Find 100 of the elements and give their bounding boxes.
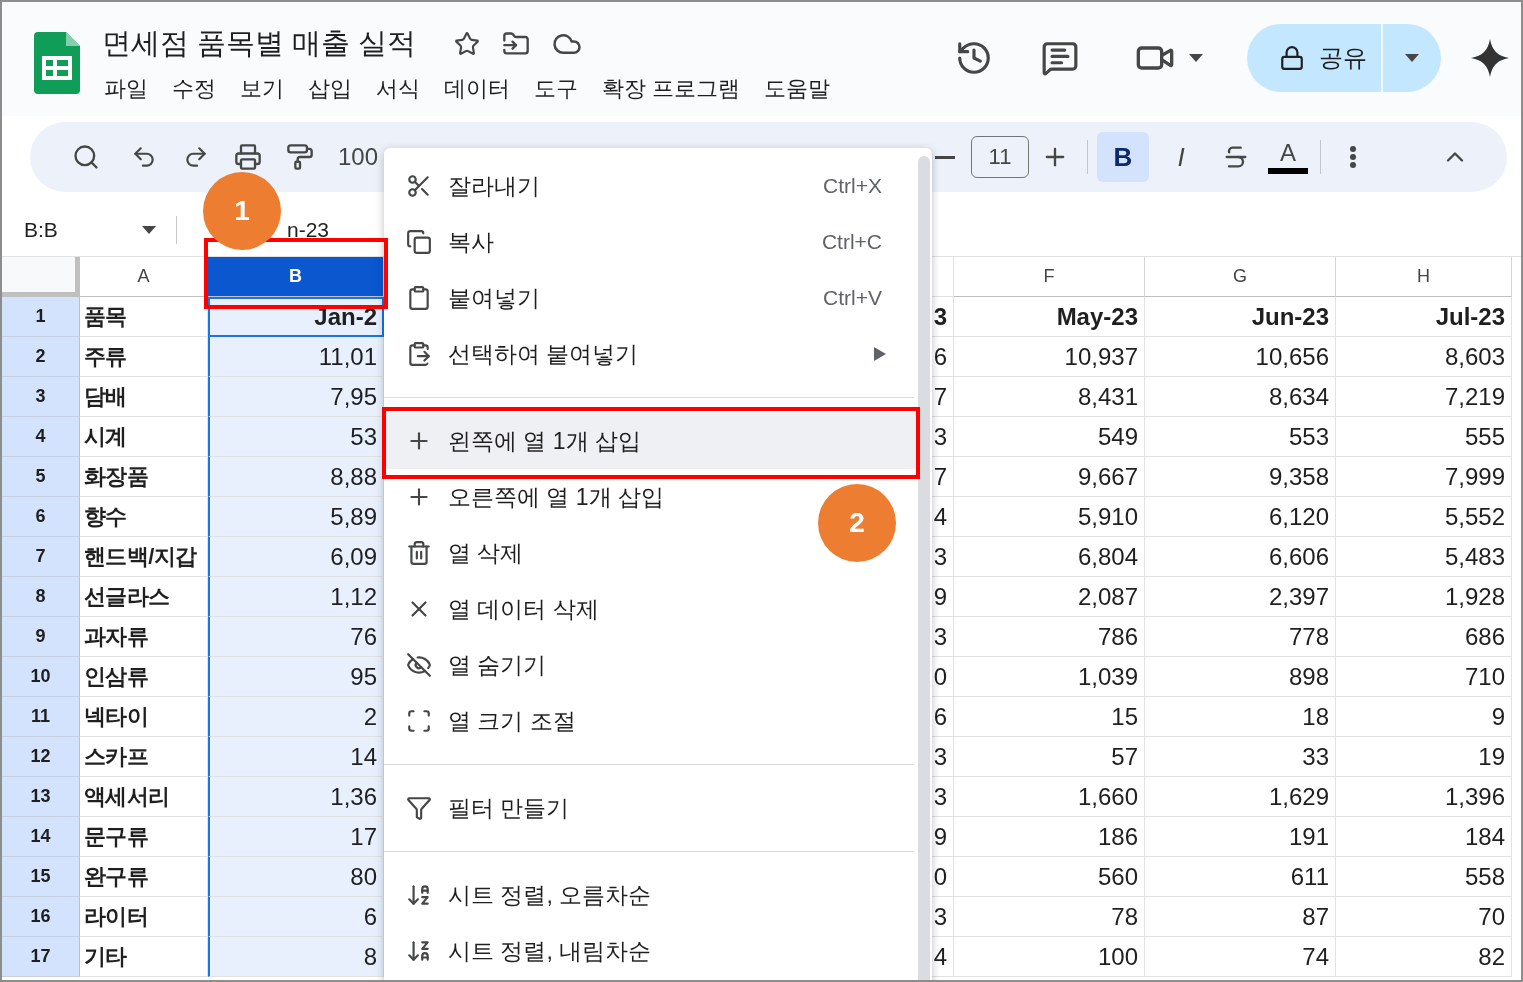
menu-item[interactable]: 시트 정렬, 오름차순 [384, 867, 686, 923]
row-header[interactable]: 7 [2, 537, 80, 577]
menu-item[interactable]: 확장 프로그램 [592, 70, 751, 108]
table-cell: 7 [932, 457, 954, 497]
table-cell: 15 [954, 697, 1145, 737]
formula-field[interactable]: n-23 [287, 218, 330, 242]
table-cell: 4 [932, 937, 954, 977]
row-header[interactable]: 12 [2, 737, 80, 777]
table-cell: Jan-2 [208, 297, 384, 337]
column-header[interactable]: B [208, 257, 384, 297]
table-cell: 778 [1145, 617, 1336, 657]
menu-item[interactable]: 잘라내기 Ctrl+X [384, 158, 916, 214]
table-cell: Jul-23 [1336, 297, 1512, 337]
history-icon[interactable] [955, 39, 993, 77]
menu-item[interactable]: 열 삭제 [384, 525, 558, 581]
menu-label: 열 데이터 삭제 [448, 594, 599, 624]
menu-item[interactable]: 오른쪽에 열 1개 삽입 [384, 469, 698, 525]
menu-label: 필터 만들기 [448, 793, 570, 823]
row-header[interactable]: 13 [2, 777, 80, 817]
row-header[interactable]: 17 [2, 937, 80, 977]
menu-item[interactable]: 붙여넣기 Ctrl+V [384, 270, 916, 326]
column-header[interactable]: G [1145, 257, 1336, 297]
row-header[interactable]: 15 [2, 857, 80, 897]
table-cell: 74 [1145, 937, 1336, 977]
menu-item[interactable]: 시트 정렬, 내림차순 [384, 923, 686, 979]
text-color-button[interactable]: A [1262, 143, 1314, 171]
comment-icon[interactable] [1041, 39, 1079, 77]
bold-button[interactable]: B [1097, 132, 1149, 182]
star-icon[interactable] [454, 31, 481, 57]
table-cell: 87 [1145, 897, 1336, 937]
share-button[interactable]: 공유 [1247, 24, 1383, 92]
table-cell: 라이터 [80, 897, 208, 937]
table-cell: 898 [1145, 657, 1336, 697]
table-cell: 3 [932, 537, 954, 577]
font-size-field[interactable]: 11 [971, 136, 1029, 178]
menu-item[interactable]: 도구 [524, 70, 588, 108]
table-cell: 6,09 [208, 537, 384, 577]
menu-item[interactable]: 도움말 [754, 70, 841, 108]
table-cell: 기타 [80, 937, 208, 977]
folder-icon[interactable] [502, 30, 531, 58]
menu-label: 열 삭제 [448, 538, 524, 568]
menu-item[interactable]: 수정 [162, 70, 226, 108]
table-cell: 553 [1145, 417, 1336, 457]
table-cell: 7,999 [1336, 457, 1512, 497]
menu-item[interactable]: 파일 [94, 70, 158, 108]
sort-descending-icon [406, 938, 432, 964]
menu-item[interactable]: 선택하여 붙여넣기 [384, 326, 916, 382]
row-header[interactable]: 11 [2, 697, 80, 737]
menu-item[interactable]: 데이터 [434, 70, 520, 108]
menu-label: 열 크기 조절 [448, 706, 576, 736]
table-cell: 4 [932, 497, 954, 537]
table-cell: 5,89 [208, 497, 384, 537]
menu-item[interactable]: 열 숨기기 [384, 637, 581, 693]
row-header[interactable]: 5 [2, 457, 80, 497]
table-cell: 9 [1336, 697, 1512, 737]
menu-label: 시트 정렬, 내림차순 [448, 936, 652, 966]
row-header[interactable]: 4 [2, 417, 80, 457]
column-header[interactable]: H [1336, 257, 1512, 297]
table-cell: 184 [1336, 817, 1512, 857]
table-cell: 8,88 [208, 457, 384, 497]
name-box[interactable]: B:B [24, 218, 142, 242]
clipboard-icon [406, 341, 432, 367]
row-header[interactable]: 6 [2, 497, 80, 537]
sparkle-icon[interactable] [1471, 39, 1509, 77]
caret-icon [142, 226, 156, 234]
row-header[interactable]: 3 [2, 377, 80, 417]
table-cell: 10,937 [954, 337, 1145, 377]
menu-item[interactable]: 서식 [366, 70, 430, 108]
eye-off-icon [406, 652, 432, 678]
row-header[interactable]: 16 [2, 897, 80, 937]
menu-item[interactable]: 열 크기 조절 [384, 693, 610, 749]
row-header[interactable]: 8 [2, 577, 80, 617]
row-header[interactable]: 9 [2, 617, 80, 657]
sort-ascending-icon [406, 882, 432, 908]
italic-button[interactable]: I [1155, 143, 1207, 171]
zoom-value[interactable]: 100 [338, 143, 379, 171]
sheets-logo-icon[interactable] [34, 32, 80, 94]
menu-item[interactable]: 복사 Ctrl+C [384, 214, 916, 270]
resize-icon [406, 708, 432, 734]
column-header[interactable]: F [954, 257, 1145, 297]
menu-item[interactable]: 왼쪽에 열 1개 삽입 [384, 413, 916, 469]
row-header[interactable]: 1 [2, 297, 80, 337]
document-title[interactable]: 면세점 품목별 매출 실적 [102, 24, 417, 64]
row-header[interactable]: 2 [2, 337, 80, 377]
menu-item[interactable]: 삽입 [298, 70, 362, 108]
table-cell: 0 [932, 857, 954, 897]
minus-icon [935, 155, 955, 159]
menu-item[interactable]: 열 데이터 삭제 [384, 581, 633, 637]
caret-icon [1405, 54, 1419, 62]
table-cell: 11,01 [208, 337, 384, 377]
row-header[interactable]: 14 [2, 817, 80, 857]
table-cell: 17 [208, 817, 384, 857]
table-cell: 인삼류 [80, 657, 208, 697]
row-header[interactable]: 10 [2, 657, 80, 697]
table-cell: 문구류 [80, 817, 208, 857]
menu-label: 잘라내기 [448, 171, 540, 201]
menu-item[interactable]: 보기 [230, 70, 294, 108]
copy-icon [406, 229, 432, 255]
table-cell: 100 [954, 937, 1145, 977]
menu-item[interactable]: 필터 만들기 [384, 780, 604, 836]
